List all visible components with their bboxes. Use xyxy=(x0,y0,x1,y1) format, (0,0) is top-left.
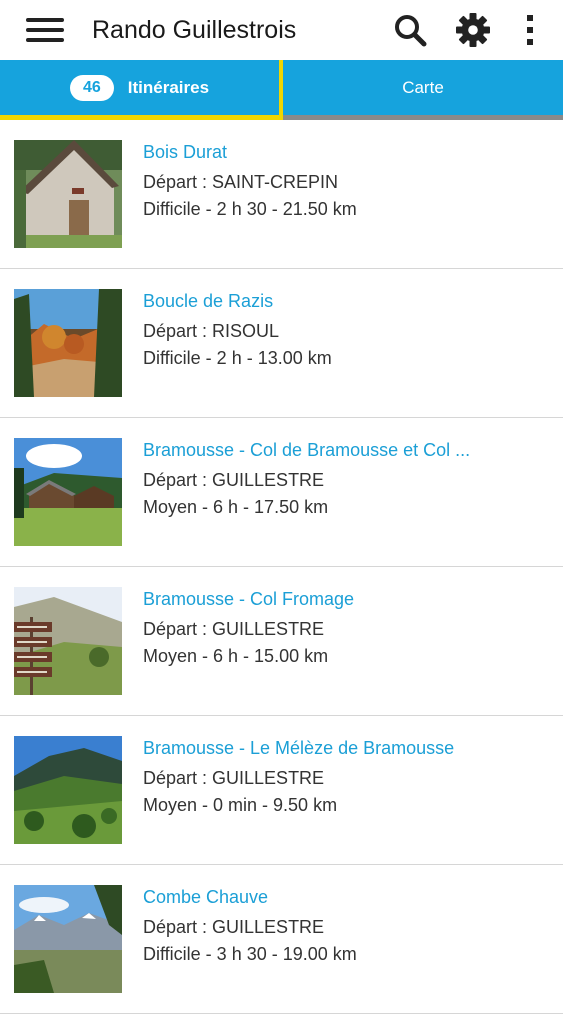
item-depart: Départ : GUILLESTRE xyxy=(143,917,325,937)
more-vert-icon[interactable] xyxy=(512,12,548,48)
item-details: Difficile - 3 h 30 - 19.00 km xyxy=(143,944,357,964)
item-depart: Départ : RISOUL xyxy=(143,321,280,341)
itinerary-list: Bois Durat Départ : SAINT-CREPIN Diffici… xyxy=(0,120,563,1014)
item-depart: Départ : GUILLESTRE xyxy=(143,619,325,639)
item-depart: Départ : GUILLESTRE xyxy=(143,768,325,788)
item-details: Difficile - 2 h 30 - 21.50 km xyxy=(143,199,357,219)
item-thumbnail xyxy=(14,438,122,546)
tab-carte-label: Carte xyxy=(402,77,444,97)
list-item[interactable]: Bramousse - Col Fromage Départ : GUILLES… xyxy=(0,567,563,716)
app-bar: Rando Guillestrois xyxy=(0,0,563,60)
tab-itineraires[interactable]: 46 Itinéraires xyxy=(0,60,283,120)
hamburger-menu-icon[interactable] xyxy=(26,12,64,48)
item-details: Difficile - 2 h - 13.00 km xyxy=(143,348,332,368)
list-item[interactable]: Boucle de Razis Départ : RISOUL Difficil… xyxy=(0,269,563,418)
tab-carte[interactable]: Carte xyxy=(283,60,563,120)
item-title: Bramousse - Le Mélèze de Bramousse xyxy=(143,738,455,758)
list-item[interactable]: Combe Chauve Départ : GUILLESTRE Diffici… xyxy=(0,865,563,1014)
item-details: Moyen - 6 h - 15.00 km xyxy=(143,646,329,666)
item-title: Boucle de Razis xyxy=(143,291,274,311)
item-details: Moyen - 6 h - 17.50 km xyxy=(143,497,329,517)
item-title: Bramousse - Col Fromage xyxy=(143,589,355,609)
item-thumbnail xyxy=(14,587,122,695)
gear-icon[interactable] xyxy=(455,12,491,48)
item-thumbnail xyxy=(14,885,122,993)
item-depart: Départ : GUILLESTRE xyxy=(143,470,325,490)
list-item[interactable]: Bramousse - Col de Bramousse et Col ... … xyxy=(0,418,563,567)
item-title: Combe Chauve xyxy=(143,887,269,907)
search-icon[interactable] xyxy=(392,12,428,48)
item-thumbnail xyxy=(14,736,122,844)
list-item[interactable]: Bramousse - Le Mélèze de Bramousse Dépar… xyxy=(0,716,563,865)
item-title: Bois Durat xyxy=(143,142,228,162)
app-title: Rando Guillestrois xyxy=(92,16,297,44)
item-thumbnail xyxy=(14,289,122,397)
tab-itineraires-label: Itinéraires xyxy=(127,77,210,97)
itineraires-count-badge: 46 xyxy=(69,74,114,101)
item-thumbnail xyxy=(14,140,122,248)
list-item[interactable]: Bois Durat Départ : SAINT-CREPIN Diffici… xyxy=(0,120,563,269)
item-details: Moyen - 0 min - 9.50 km xyxy=(143,795,338,815)
tab-bar: 46 Itinéraires Carte xyxy=(0,60,563,120)
item-title: Bramousse - Col de Bramousse et Col ... xyxy=(143,440,471,460)
item-depart: Départ : SAINT-CREPIN xyxy=(143,172,339,192)
